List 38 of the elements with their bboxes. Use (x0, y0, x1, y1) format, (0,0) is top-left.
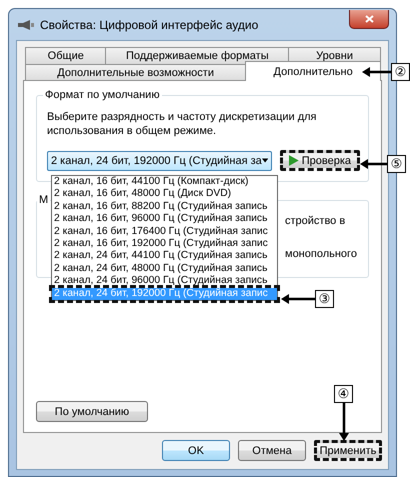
callout-number: ③ (315, 290, 334, 308)
dropdown-option[interactable]: 2 канал, 16 бит, 48000 Гц (Диск DVD) (52, 188, 277, 201)
close-button[interactable] (349, 10, 389, 29)
callout-number: ② (391, 63, 410, 81)
dialog-button[interactable]: Отмена (238, 440, 306, 461)
play-icon (289, 155, 299, 166)
close-icon (364, 15, 374, 23)
tab[interactable]: Поддерживаемые форматы (105, 47, 290, 64)
speaker-icon (18, 20, 34, 30)
dialog-button[interactable]: Применить (314, 440, 382, 461)
dialog-button[interactable]: OK (162, 440, 230, 461)
group-title: М (37, 194, 50, 206)
tab[interactable]: Общие (25, 47, 106, 64)
format-dropdown[interactable]: 2 канал, 24 бит, 192000 Гц (Студийная за (47, 150, 272, 170)
test-button[interactable]: Проверка (280, 150, 360, 171)
dropdown-option[interactable]: 2 канал, 24 бит, 44100 Гц (Студийная запись (52, 250, 277, 263)
callout-number: ④ (334, 385, 353, 403)
option-text: стройство в (285, 214, 346, 229)
group-title: Формат по умолчанию (43, 89, 162, 101)
dropdown-option[interactable]: 2 канал, 16 бит, 96000 Гц (Студийная запись (52, 213, 277, 226)
dropdown-option[interactable]: 2 канал, 16 бит, 192000 Гц (Студийная запис (52, 238, 277, 250)
description-text: Выберите разрядность и частоту дискретизации для использования в общем режиме. (47, 110, 317, 138)
arrow-icon (339, 403, 349, 441)
window-title: Свойства: Цифровой интерфейс аудио (40, 18, 260, 32)
dropdown-option[interactable]: 2 канал, 16 бит, 88200 Гц (Студийная запись (52, 200, 277, 214)
tab[interactable]: Дополнительные возможности (25, 64, 246, 81)
dropdown-option[interactable]: 2 канал, 24 бит, 96000 Гц (Студийная запись (52, 275, 277, 288)
arrow-icon (360, 159, 388, 169)
option-text: монопольного (285, 247, 358, 262)
arrow-icon (281, 294, 316, 304)
defaults-button[interactable]: По умолчанию (36, 401, 148, 422)
dropdown-option[interactable]: 2 канал, 24 бит, 48000 Гц (Студийная запись (52, 262, 277, 276)
callout-number: ⑤ (387, 155, 406, 173)
tab[interactable]: Дополнительно (245, 61, 381, 81)
arrow-icon (362, 67, 392, 77)
dropdown-option[interactable]: 2 канал, 16 бит, 176400 Гц (Студийная запис (52, 226, 277, 238)
dropdown-option[interactable]: 2 канал, 16 бит, 44100 Гц (Компакт-диск) (52, 176, 277, 188)
caret-icon (262, 158, 268, 163)
